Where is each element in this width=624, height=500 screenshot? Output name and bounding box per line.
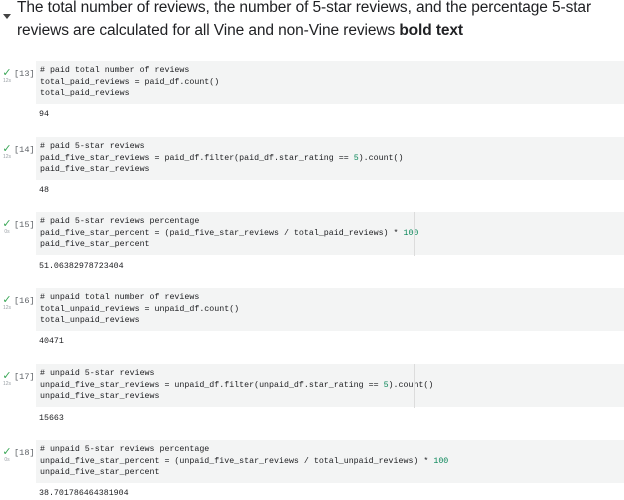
code-line: # paid 5-star reviews: [40, 142, 145, 151]
execution-count: [15]: [14, 220, 35, 230]
execution-count: [17]: [14, 372, 35, 382]
markdown-text: The total number of reviews, the number …: [17, 0, 617, 42]
code-editor[interactable]: # unpaid total number of reviews total_u…: [36, 288, 624, 331]
code-editor[interactable]: # paid 5-star reviews percentage paid_fi…: [36, 212, 624, 255]
code-editor[interactable]: # unpaid 5-star reviews unpaid_five_star…: [36, 364, 624, 407]
execution-count: [16]: [14, 296, 35, 306]
cell-status: ✓ 12s: [1, 143, 13, 161]
editor-divider: [414, 364, 415, 408]
markdown-text-body: The total number of reviews, the number …: [17, 0, 592, 39]
cell-status: ✓ 12s: [1, 294, 13, 312]
markdown-cell[interactable]: The total number of reviews, the number …: [0, 0, 624, 56]
check-icon: ✓: [2, 67, 12, 79]
code-line: unpaid_five_star_reviews: [40, 392, 160, 402]
markdown-bold-text: bold text: [399, 22, 463, 39]
cell-status: ✓ 0s: [1, 446, 13, 464]
code-line: paid_five_star_percent: [40, 240, 150, 250]
editor-divider: [414, 212, 415, 256]
cell-output: 51.06382978723404: [39, 262, 124, 271]
execution-count: [13]: [14, 69, 35, 79]
check-icon: ✓: [2, 143, 12, 155]
code-line: total_paid_reviews = paid_df.count(): [40, 77, 220, 87]
check-icon: ✓: [2, 218, 12, 230]
code-cell-18[interactable]: ✓ 0s [18] # unpaid 5-star reviews percen…: [0, 440, 624, 500]
cell-output: 48: [39, 186, 49, 195]
check-icon: ✓: [2, 446, 12, 458]
code-line: total_paid_reviews: [40, 89, 130, 99]
check-icon: ✓: [2, 294, 12, 306]
code-editor[interactable]: # unpaid 5-star reviews percentage unpai…: [36, 440, 624, 483]
code-line: paid_five_star_reviews = paid_df.filter(…: [40, 153, 404, 163]
code-editor[interactable]: # paid 5-star reviews paid_five_star_rev…: [36, 137, 624, 180]
code-cell-15[interactable]: ✓ 0s [15] # paid 5-star reviews percenta…: [0, 212, 624, 280]
code-line: # unpaid 5-star reviews: [40, 369, 155, 378]
code-line: unpaid_five_star_percent = (unpaid_five_…: [40, 456, 449, 466]
execution-count: [18]: [14, 448, 35, 458]
code-cell-17[interactable]: ✓ 12s [17] # unpaid 5-star reviews unpai…: [0, 364, 624, 430]
code-cell-13[interactable]: ✓ 12s [13] # paid total number of review…: [0, 61, 624, 127]
code-line: unpaid_five_star_percent: [40, 468, 160, 478]
code-line: total_unpaid_reviews: [40, 316, 140, 326]
code-line: # unpaid 5-star reviews percentage: [40, 445, 210, 454]
code-line: total_unpaid_reviews = unpaid_df.count(): [40, 304, 240, 314]
code-line: unpaid_five_star_reviews = unpaid_df.fil…: [40, 380, 434, 390]
code-line: paid_five_star_percent = (paid_five_star…: [40, 228, 419, 238]
cell-status: ✓ 12s: [1, 67, 13, 85]
cell-output: 40471: [39, 337, 64, 346]
code-cell-14[interactable]: ✓ 12s [14] # paid 5-star reviews paid_fi…: [0, 137, 624, 203]
code-editor[interactable]: # paid total number of reviews total_pai…: [36, 61, 624, 104]
cell-output: 94: [39, 110, 49, 119]
collapse-arrow-icon[interactable]: [3, 14, 11, 19]
cell-output: 15663: [39, 414, 64, 423]
code-line: # unpaid total number of reviews: [40, 293, 200, 302]
code-line: paid_five_star_reviews: [40, 165, 150, 175]
code-cell-16[interactable]: ✓ 12s [16] # unpaid total number of revi…: [0, 288, 624, 354]
code-line: # paid total number of reviews: [40, 66, 190, 75]
cell-status: ✓ 0s: [1, 218, 13, 236]
cell-output: 38.701786464381904: [39, 489, 129, 498]
code-line: # paid 5-star reviews percentage: [40, 217, 200, 226]
cell-status: ✓ 12s: [1, 370, 13, 388]
check-icon: ✓: [2, 370, 12, 382]
execution-count: [14]: [14, 145, 35, 155]
